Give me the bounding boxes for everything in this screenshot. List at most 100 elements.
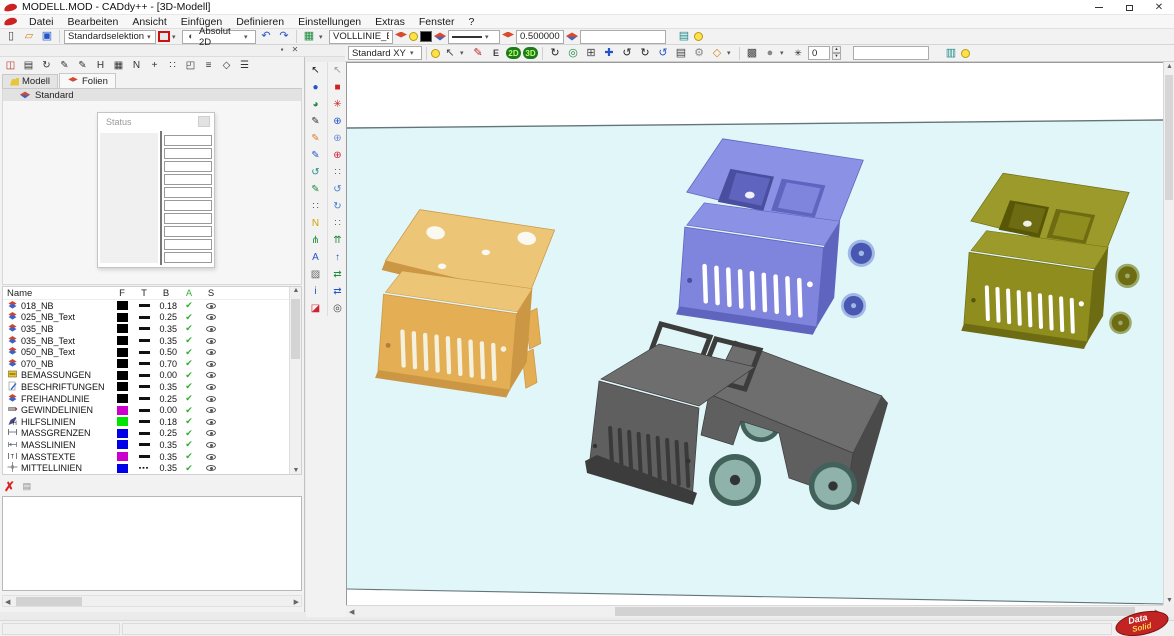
- element-mode-button[interactable]: E: [488, 46, 504, 60]
- cube-view-icon[interactable]: ◇: [709, 46, 725, 60]
- column-header-b[interactable]: B: [155, 288, 179, 299]
- dashdot-line-icon[interactable]: ▪▪▪: [139, 465, 149, 472]
- menu-item-help[interactable]: ?: [462, 16, 482, 28]
- layer-color-swatch[interactable]: [117, 464, 128, 473]
- layer-icon[interactable]: [434, 32, 446, 42]
- layer-icon[interactable]: [395, 32, 407, 42]
- layer-table-scrollbar[interactable]: ▲ ▼: [289, 287, 301, 474]
- page-edit-icon[interactable]: ✎: [74, 58, 91, 72]
- table-row[interactable]: [3, 474, 301, 475]
- tree-structure-icon[interactable]: ⋔: [307, 232, 324, 248]
- info-icon[interactable]: i: [307, 283, 324, 299]
- axes-icon[interactable]: ✳: [329, 96, 346, 112]
- scrollbar-thumb[interactable]: [615, 607, 1135, 616]
- spline-n-icon[interactable]: N: [307, 215, 324, 231]
- sphere-rotate-icon[interactable]: ◕: [307, 96, 324, 112]
- rotate-left-icon[interactable]: ↺: [619, 46, 635, 60]
- page-copy-icon[interactable]: ▤: [20, 58, 37, 72]
- visibility-eye-icon[interactable]: [206, 303, 216, 309]
- text-a-icon[interactable]: A: [307, 249, 324, 265]
- layer-color-swatch[interactable]: [117, 313, 128, 322]
- status-field-1[interactable]: [164, 135, 212, 146]
- visibility-eye-icon[interactable]: [206, 396, 216, 402]
- move-red-icon[interactable]: ⊕: [329, 147, 346, 163]
- table-row[interactable]: FREIHANDLINIE0.25✔: [3, 393, 301, 405]
- rotate-ccw-icon[interactable]: ↺: [329, 181, 346, 197]
- visibility-eye-icon[interactable]: [206, 372, 216, 378]
- undo-icon[interactable]: ↶: [258, 30, 274, 44]
- status-field-4[interactable]: [164, 174, 212, 185]
- solid-line-icon[interactable]: [139, 374, 150, 377]
- active-check-icon[interactable]: ✔: [179, 439, 199, 450]
- panel-close-icon[interactable]: ✕: [290, 45, 300, 54]
- visibility-eye-icon[interactable]: [206, 361, 216, 367]
- lightbulb-icon[interactable]: [961, 49, 970, 58]
- active-check-icon[interactable]: ✔: [179, 335, 199, 346]
- status-field-6[interactable]: [164, 200, 212, 211]
- panel-grip[interactable]: ▪ ✕: [0, 45, 345, 57]
- select-cursor-icon[interactable]: ↖: [442, 46, 458, 60]
- active-check-icon[interactable]: ✔: [179, 416, 199, 427]
- new-document-icon[interactable]: ▯: [3, 30, 19, 44]
- solid-line-icon[interactable]: [139, 455, 150, 458]
- pan-icon[interactable]: ✚: [601, 46, 617, 60]
- spline-icon[interactable]: N: [128, 58, 145, 72]
- lightbulb-icon[interactable]: [409, 32, 418, 41]
- scroll-up-icon[interactable]: ▲: [1164, 63, 1174, 70]
- point-grid-icon[interactable]: ∷: [307, 198, 324, 214]
- viewport-vertical-scrollbar[interactable]: ▲ ▼: [1163, 62, 1174, 605]
- visibility-eye-icon[interactable]: [206, 407, 216, 413]
- crosshair-icon[interactable]: +: [146, 58, 163, 72]
- coordinate-mode-dropdown[interactable]: ◐ Absolut 2D▾: [182, 30, 256, 44]
- active-check-icon[interactable]: ✔: [179, 323, 199, 334]
- visibility-eye-icon[interactable]: [206, 314, 216, 320]
- chart-icon[interactable]: ▥: [943, 46, 959, 60]
- jeep-orange[interactable]: [375, 210, 554, 398]
- menu-item-ansicht[interactable]: Ansicht: [125, 16, 173, 28]
- scrollbar-thumb[interactable]: [1165, 75, 1173, 200]
- column-header-s[interactable]: S: [199, 288, 223, 299]
- open-document-icon[interactable]: ▱: [21, 30, 37, 44]
- scroll-up-icon[interactable]: ▲: [290, 287, 302, 294]
- layer-color-swatch[interactable]: [117, 324, 128, 333]
- active-check-icon[interactable]: ✔: [179, 381, 199, 392]
- h-pencil-icon[interactable]: H: [92, 58, 109, 72]
- layer-color-swatch[interactable]: [117, 452, 128, 461]
- table-row[interactable]: 018_NB0.18✔: [3, 300, 301, 312]
- status-field-10[interactable]: [164, 252, 212, 263]
- status-field-8[interactable]: [164, 226, 212, 237]
- layer-color-swatch[interactable]: [117, 417, 128, 426]
- table-row[interactable]: MASSLINIEN0.35✔: [3, 439, 301, 451]
- active-check-icon[interactable]: ✔: [179, 312, 199, 323]
- solid-line-icon[interactable]: [139, 409, 150, 412]
- active-check-icon[interactable]: ✔: [179, 347, 199, 358]
- cube-wire-icon[interactable]: ◰: [182, 58, 199, 72]
- pencil-orange-icon[interactable]: ✎: [307, 130, 324, 146]
- solid-line-icon[interactable]: [139, 339, 150, 342]
- active-check-icon[interactable]: ✔: [179, 370, 199, 381]
- layer-color-swatch[interactable]: [117, 359, 128, 368]
- active-check-icon[interactable]: ✔: [179, 358, 199, 369]
- 3d-viewport[interactable]: [346, 62, 1163, 605]
- active-check-icon[interactable]: ✔: [179, 300, 199, 311]
- solid-line-icon[interactable]: [139, 304, 150, 307]
- orbit-view-icon[interactable]: ↺: [655, 46, 671, 60]
- table-row[interactable]: 035_NB_Text0.35✔: [3, 335, 301, 347]
- table-row[interactable]: MITTELLINIEN▪▪▪0.35✔: [3, 462, 301, 474]
- selection-mode-dropdown[interactable]: Standardselektion▾: [64, 30, 156, 44]
- scroll-left-icon[interactable]: ◀: [349, 608, 354, 616]
- visibility-eye-icon[interactable]: [206, 419, 216, 425]
- 2d-mode-button[interactable]: 2D: [506, 47, 521, 59]
- layer-color-swatch[interactable]: [117, 301, 128, 310]
- move-xy-icon[interactable]: ⊕: [329, 130, 346, 146]
- solid-line-icon[interactable]: [139, 420, 150, 423]
- pencil-blue-icon[interactable]: ✎: [307, 147, 324, 163]
- chevron-down-icon[interactable]: ▾: [172, 33, 180, 41]
- minimize-button[interactable]: [1084, 0, 1114, 15]
- column-header-a[interactable]: A: [179, 288, 199, 298]
- list-icon[interactable]: ☰: [236, 58, 253, 72]
- checker-pattern-icon[interactable]: ▩: [744, 46, 760, 60]
- table-row[interactable]: TMASSTEXTE0.35✔: [3, 451, 301, 463]
- paste-icon[interactable]: ▤: [19, 480, 35, 494]
- rotate-icon[interactable]: ↻: [38, 58, 55, 72]
